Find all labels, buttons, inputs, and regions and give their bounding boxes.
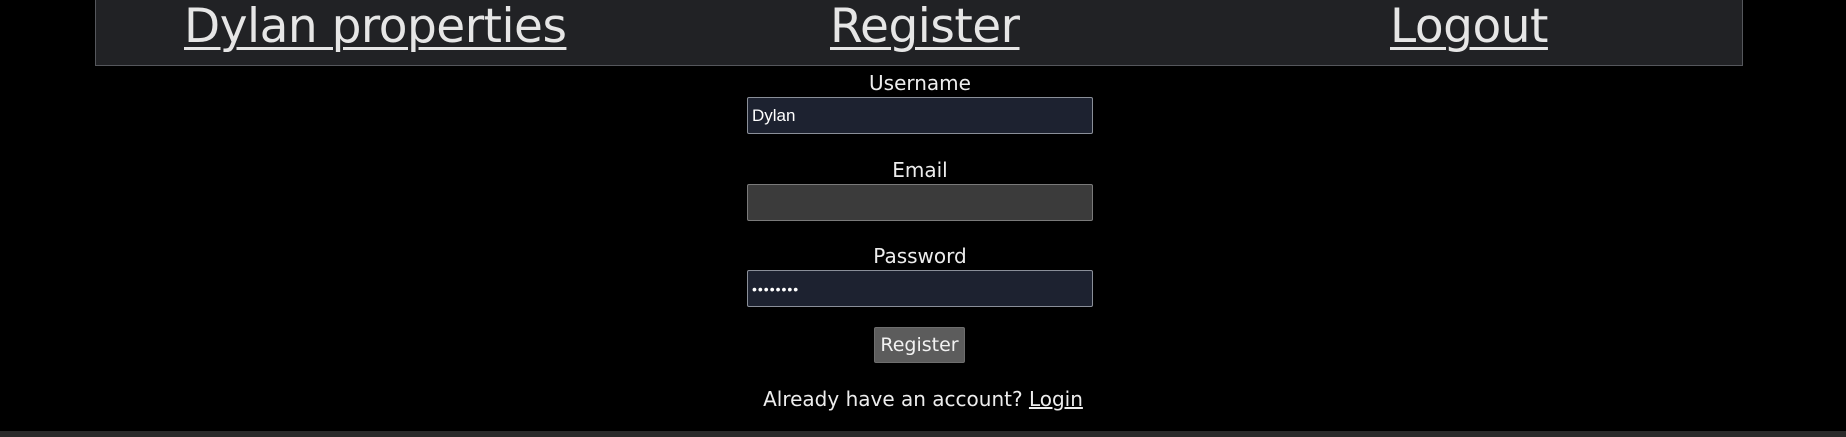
login-link[interactable]: Login bbox=[1029, 387, 1083, 411]
register-button[interactable]: Register bbox=[874, 327, 965, 363]
page: Dylan properties Register Logout Usernam… bbox=[0, 0, 1846, 437]
nav-brand-link[interactable]: Dylan properties bbox=[184, 0, 567, 56]
bottom-divider bbox=[0, 431, 1846, 437]
password-input[interactable] bbox=[747, 270, 1093, 307]
email-label: Email bbox=[892, 158, 948, 182]
navbar: Dylan properties Register Logout bbox=[95, 0, 1743, 66]
nav-logout-link[interactable]: Logout bbox=[1390, 0, 1548, 56]
password-label: Password bbox=[873, 244, 967, 268]
nav-register-link[interactable]: Register bbox=[830, 0, 1020, 56]
username-label: Username bbox=[869, 71, 971, 95]
username-input[interactable] bbox=[747, 97, 1093, 134]
email-input[interactable] bbox=[747, 184, 1093, 221]
login-prompt-text: Already have an account? bbox=[763, 387, 1029, 411]
login-prompt: Already have an account? Login bbox=[0, 387, 1846, 411]
